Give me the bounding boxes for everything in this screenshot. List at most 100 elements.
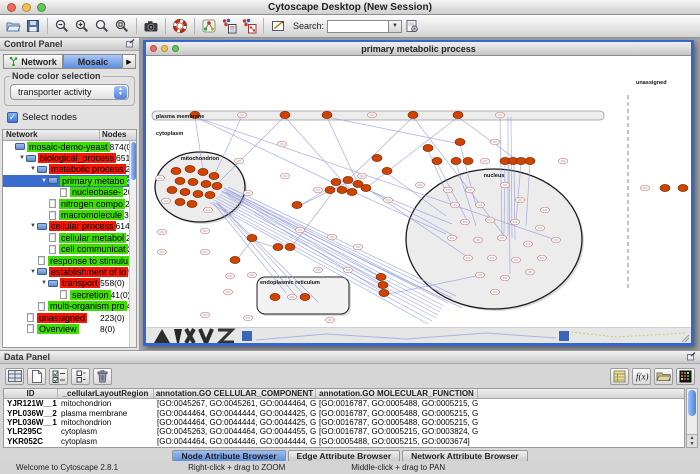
tree-row[interactable]: secretion41(0)	[3, 289, 136, 300]
tree-row[interactable]: ▼establishment of lo558(0)	[3, 266, 136, 277]
table-cell: [GO:0016787, GO:0005488, GO:0005215, G..…	[316, 446, 478, 448]
table-row[interactable]: YPL036W__2plasma membrane[GO:0044464, GO…	[4, 408, 684, 417]
snapshot-camera-icon[interactable]	[141, 17, 161, 36]
annotation-import-icon[interactable]	[219, 17, 239, 36]
tree-row[interactable]: cellular metabol209(0)	[3, 232, 136, 243]
table-row[interactable]: YPL036W__1mitochondrion[GO:0044464, GO:0…	[4, 418, 684, 427]
tree-twisty-icon[interactable]: ▼	[40, 178, 48, 184]
network-canvas[interactable]: plasma membranecytoplasmmitochondrionnuc…	[146, 56, 691, 343]
zoom-out-icon[interactable]	[52, 17, 72, 36]
tree-row[interactable]: nitrogen compo209(0)	[3, 198, 136, 209]
float-panel-icon[interactable]	[126, 39, 135, 50]
annotation-export-icon[interactable]	[239, 17, 259, 36]
tree-twisty-icon[interactable]: ▼	[18, 155, 26, 161]
table-cell: [GO:0045263, GO:0044464, GO:0044455, G..…	[154, 427, 316, 436]
tree-row[interactable]: Overview8(0)	[3, 323, 136, 334]
tree-row[interactable]: ▼biological_process651(0)	[3, 152, 136, 163]
tree-twisty-icon[interactable]: ▼	[29, 166, 37, 172]
tree-twisty-icon[interactable]: ▼	[29, 223, 37, 229]
new-attribute-icon[interactable]	[27, 368, 46, 385]
network-view-window[interactable]: primary metabolic process plasma membran…	[143, 40, 694, 346]
table-row[interactable]: YKR052Ccytoplasm[GO:0044464, GO:0044446,…	[4, 437, 684, 446]
network-tree: Network Nodes mosaic-demo-yeast874(0)▼bi…	[2, 129, 137, 348]
attribute-grid-icon[interactable]	[5, 368, 24, 385]
folder-icon	[48, 280, 58, 287]
table-scrollbar-arrows[interactable]: ▲▼	[687, 434, 697, 447]
delete-attribute-trash-icon[interactable]	[93, 368, 112, 385]
table-row[interactable]: YLR295Ccytoplasm[GO:0045263, GO:0044464,…	[4, 427, 684, 436]
float-panel-icon[interactable]	[687, 352, 696, 363]
search-dropdown-arrow[interactable]: ▼	[389, 20, 402, 33]
network-graph[interactable]: plasma membranecytoplasmmitochondrionnuc…	[146, 56, 691, 328]
tree-row-label: macromolecule	[59, 210, 124, 220]
tree-row-label: unassigned	[37, 313, 87, 323]
svg-text:mitochondrion: mitochondrion	[181, 156, 220, 162]
message-console-icon[interactable]	[268, 17, 288, 36]
tree-row[interactable]: multi-organism pro42(0)	[3, 300, 136, 311]
attribute-editor-icon[interactable]	[610, 368, 629, 385]
tree-twisty-icon[interactable]: ▼	[29, 269, 37, 275]
tree-scrollbar-thumb[interactable]	[131, 142, 136, 180]
tree-row-label: metabolic process	[49, 164, 126, 174]
tree-twisty-icon[interactable]: ▼	[40, 280, 48, 286]
svg-text:plasma membrane: plasma membrane	[156, 114, 204, 120]
table-scrollbar-thumb[interactable]	[688, 390, 696, 416]
table-cell: mitochondrion	[58, 446, 154, 448]
attribute-table-header: ID _cellularLayoutRegion annotation.GO C…	[4, 389, 684, 399]
folder-icon	[37, 268, 47, 275]
column-id[interactable]: ID	[4, 389, 58, 398]
folder-icon	[26, 155, 36, 162]
table-cell: YLR295C	[4, 427, 58, 436]
tree-row[interactable]: nucleobase-209(0)	[3, 187, 136, 198]
zoom-selected-icon[interactable]	[92, 17, 112, 36]
help-lifering-icon[interactable]	[170, 17, 190, 36]
zoom-in-icon[interactable]	[72, 17, 92, 36]
function-builder-icon[interactable]: f(x)	[632, 368, 651, 385]
tree-row[interactable]: mosaic-demo-yeast874(0)	[3, 141, 136, 152]
tree-row[interactable]: unassigned223(0)	[3, 312, 136, 323]
table-cell: [GO:0016787, GO:0005488, GO:0005215, G..…	[316, 399, 478, 408]
column-cellular-layout-region[interactable]: _cellularLayoutRegion	[58, 389, 154, 398]
table-cell: YJR121W__1	[4, 399, 58, 408]
select-attributes-icon[interactable]	[49, 368, 68, 385]
attribute-table: ID _cellularLayoutRegion annotation.GO C…	[3, 388, 685, 448]
tree-scrollbar[interactable]	[129, 141, 136, 347]
tab-network[interactable]: Network	[3, 54, 63, 69]
table-cell: cytoplasm	[58, 437, 154, 446]
search-input[interactable]	[327, 20, 389, 33]
tree-row-label: Overview	[37, 324, 79, 334]
import-attributes-folder-icon[interactable]	[654, 368, 673, 385]
tree-row[interactable]: ▼transport558(0)	[3, 278, 136, 289]
column-go-cellular-component[interactable]: annotation.GO CELLULAR_COMPONENT	[154, 389, 316, 398]
status-welcome: Welcome to Cytoscape 2.8.1	[16, 463, 118, 472]
tree-row[interactable]: ▼cellular process614(0)	[3, 221, 136, 232]
node-color-dropdown[interactable]: transporter activity ▲▼	[10, 84, 129, 100]
tab-overflow-arrow[interactable]: ▶	[123, 54, 136, 69]
tree-column-nodes[interactable]: Nodes	[100, 130, 136, 140]
tree-row[interactable]: macromolecule311(0)	[3, 209, 136, 220]
select-nodes-checkbox[interactable]: ✓	[7, 112, 18, 123]
open-file-icon[interactable]	[3, 17, 23, 36]
network-manager-icon[interactable]	[199, 17, 219, 36]
toolbar-separator	[47, 18, 48, 34]
network-leaf-icon	[49, 245, 56, 254]
network-leaf-icon	[27, 313, 34, 322]
tree-column-network[interactable]: Network	[3, 130, 100, 140]
tree-row[interactable]: ▼metabolic process280(0)	[3, 164, 136, 175]
table-scrollbar[interactable]: ▲▼	[686, 388, 698, 448]
matrix-heatmap-icon[interactable]	[676, 368, 695, 385]
tree-row[interactable]: cell communicat22(0)	[3, 244, 136, 255]
unselect-attributes-icon[interactable]	[71, 368, 90, 385]
node-color-selection-label: Node color selection	[10, 71, 103, 81]
network-view-titlebar[interactable]: primary metabolic process	[146, 42, 691, 56]
tab-mosaic[interactable]: Mosaic	[63, 54, 123, 69]
tree-row[interactable]: response to stimulu264(0)	[3, 255, 136, 266]
table-row[interactable]: YJR121W__1mitochondrion[GO:0045267, GO:0…	[4, 399, 684, 408]
search-settings-icon[interactable]	[402, 17, 422, 36]
table-row[interactable]: YDR039C__1mitochondrion[GO:0044464, GO:0…	[4, 446, 684, 448]
tree-row[interactable]: ▼primary metabo209(...	[3, 175, 136, 186]
zoom-fit-icon[interactable]	[112, 17, 132, 36]
network-leaf-icon	[38, 302, 45, 311]
save-session-icon[interactable]	[23, 17, 43, 36]
column-go-molecular-function[interactable]: annotation.GO MOLECULAR_FUNCTION	[316, 389, 478, 398]
